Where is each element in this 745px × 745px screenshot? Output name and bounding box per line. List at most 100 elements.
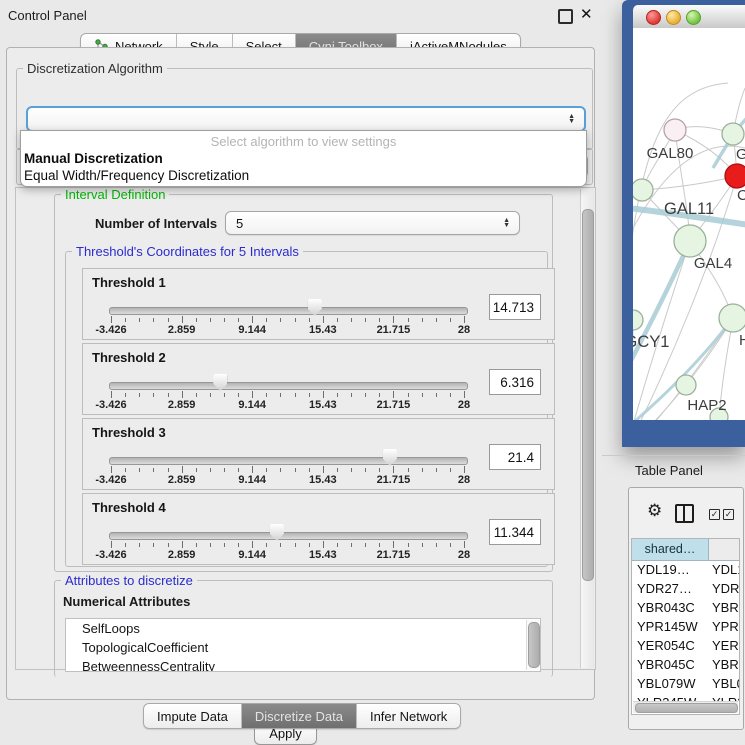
table-row[interactable]: YDL19…YDL1 [632, 560, 739, 579]
slider-tick [125, 393, 126, 397]
slider-tick [351, 543, 352, 547]
cell-name[interactable]: YDR2 [708, 579, 739, 598]
threshold-panel: Threshold 4-3.4262.8599.14415.4321.71528… [82, 493, 555, 565]
slider-tick [408, 468, 409, 472]
popup-option-equal-width-frequency[interactable]: Equal Width/Frequency Discretization [24, 168, 249, 183]
cell-name[interactable]: YBR0 [708, 598, 739, 617]
close-traffic-light-icon[interactable] [646, 10, 661, 25]
tab-impute-data[interactable]: Impute Data [144, 704, 242, 728]
cell-name[interactable]: YDL1 [708, 560, 739, 579]
slider-tick [464, 466, 465, 473]
node-label-gal80: GAL80 [647, 145, 694, 162]
slider-track[interactable] [109, 457, 468, 465]
node-label-hap2: HAP2 [687, 397, 726, 414]
slider-track[interactable] [109, 532, 468, 540]
control-panel-title: Control Panel [8, 8, 87, 23]
slider-tick [365, 543, 366, 547]
slider-tick [280, 318, 281, 322]
tab-infer-network[interactable]: Infer Network [357, 704, 460, 728]
slider-tick [393, 466, 394, 473]
threshold-value-input[interactable]: 6.316 [489, 369, 541, 395]
slider-tick [210, 543, 211, 547]
slider-tick [436, 468, 437, 472]
node-gal4 [674, 225, 706, 257]
table-row[interactable]: YBR043CYBR0 [632, 598, 739, 617]
cell-shared-name[interactable]: YBR043C [632, 598, 708, 617]
numerical-attributes-list[interactable]: SelfLoopsTopologicalCoefficientBetweenne… [65, 618, 541, 672]
threshold-value-input[interactable]: 11.344 [489, 519, 541, 545]
minimize-traffic-light-icon[interactable] [666, 10, 681, 25]
slider-tick [125, 468, 126, 472]
attribute-list-item[interactable]: SelfLoops [66, 619, 540, 638]
algorithm-combobox[interactable]: ▲▼ [26, 106, 586, 132]
checkbox-checked-icon[interactable]: ✓ [709, 509, 720, 520]
slider-tick-label: -3.426 [95, 399, 126, 411]
attributes-group-title: Attributes to discretize [61, 574, 197, 588]
slider-tick-label: -3.426 [95, 549, 126, 561]
cell-shared-name[interactable]: YBL079W [632, 674, 708, 693]
cell-shared-name[interactable]: YPR145W [632, 617, 708, 636]
node-label-partial-g: G [736, 146, 745, 163]
panel-divider [602, 455, 745, 456]
slider-tick [436, 543, 437, 547]
popup-option-manual-discretization[interactable]: Manual Discretization [24, 151, 163, 166]
cell-name[interactable]: YBR0 [708, 655, 739, 674]
cell-shared-name[interactable]: YDR27… [632, 579, 708, 598]
close-icon[interactable]: ✕ [580, 5, 593, 23]
slider-tick [224, 543, 225, 547]
column-header-shared-name[interactable]: shared… [632, 539, 709, 560]
attributes-list-scrollbar[interactable] [526, 620, 539, 670]
number-of-intervals-combobox[interactable]: 5 ▲▼ [225, 211, 520, 235]
node-label-partial-h: H [739, 332, 745, 349]
cell-shared-name[interactable]: YBR045C [632, 655, 708, 674]
slider-tick [280, 543, 281, 547]
table-body: YDL19…YDL1YDR27…YDR2YBR043CYBR0YPR145WYP… [632, 560, 739, 702]
checkbox-checked-icon[interactable]: ✓ [723, 509, 734, 520]
float-window-icon[interactable] [558, 9, 573, 24]
slider-tick-label: 28 [458, 399, 470, 411]
network-view-window[interactable]: GAL80 G C GAL11 GAL4 GCY1 H HAP2 [622, 0, 745, 447]
threshold-label: Threshold 2 [92, 350, 166, 365]
slider-tick-label: 15.43 [309, 324, 337, 336]
settings-scrollbar[interactable] [580, 189, 594, 668]
cell-name[interactable]: YBL0 [708, 674, 739, 693]
cell-name[interactable]: YPR1 [708, 617, 739, 636]
slider-track[interactable] [109, 382, 468, 390]
node-label-gal11: GAL11 [664, 200, 714, 218]
scrollbar-thumb[interactable] [582, 209, 594, 581]
scrollbar-thumb[interactable] [528, 622, 540, 668]
cell-name[interactable]: YER0 [708, 636, 739, 655]
node [722, 123, 744, 145]
table-row[interactable]: YDR27…YDR2 [632, 579, 739, 598]
network-canvas[interactable]: GAL80 G C GAL11 GAL4 GCY1 H HAP2 [633, 28, 745, 420]
discretization-algorithm-group-title: Discretization Algorithm [23, 62, 167, 76]
table-row[interactable]: YER054CYER0 [632, 636, 739, 655]
slider-tick [252, 541, 253, 548]
slider-tick [337, 468, 338, 472]
slider-track[interactable] [109, 307, 468, 315]
network-window-titlebar[interactable] [633, 5, 745, 29]
table-row[interactable]: YPR145WYPR1 [632, 617, 739, 636]
table-horizontal-scrollbar[interactable] [633, 701, 738, 713]
threshold-value-input[interactable]: 14.713 [489, 294, 541, 320]
tab-discretize-data[interactable]: Discretize Data [242, 704, 357, 728]
cell-shared-name[interactable]: YDL19… [632, 560, 708, 579]
gear-icon[interactable]: ⚙ [647, 502, 662, 519]
column-header-name[interactable]: n [709, 539, 739, 560]
table-row[interactable]: YBR045CYBR0 [632, 655, 739, 674]
table-row[interactable]: YBL079WYBL0 [632, 674, 739, 693]
threshold-value-input[interactable]: 21.4 [489, 444, 541, 470]
attribute-list-item[interactable]: BetweennessCentrality [66, 657, 540, 672]
slider-tick [182, 541, 183, 548]
cell-shared-name[interactable]: YER054C [632, 636, 708, 655]
split-columns-icon[interactable] [675, 504, 694, 523]
node [633, 310, 643, 330]
zoom-traffic-light-icon[interactable] [686, 10, 701, 25]
slider-tick [153, 543, 154, 547]
node-table[interactable]: shared… n YDL19…YDL1YDR27…YDR2YBR043CYBR… [631, 538, 740, 715]
scrollbar-thumb[interactable] [635, 703, 738, 713]
attribute-list-item[interactable]: TopologicalCoefficient [66, 638, 540, 657]
interval-definition-group: Interval Definition Number of Intervals … [54, 194, 553, 572]
slider-tick [196, 468, 197, 472]
slider-tick [168, 393, 169, 397]
